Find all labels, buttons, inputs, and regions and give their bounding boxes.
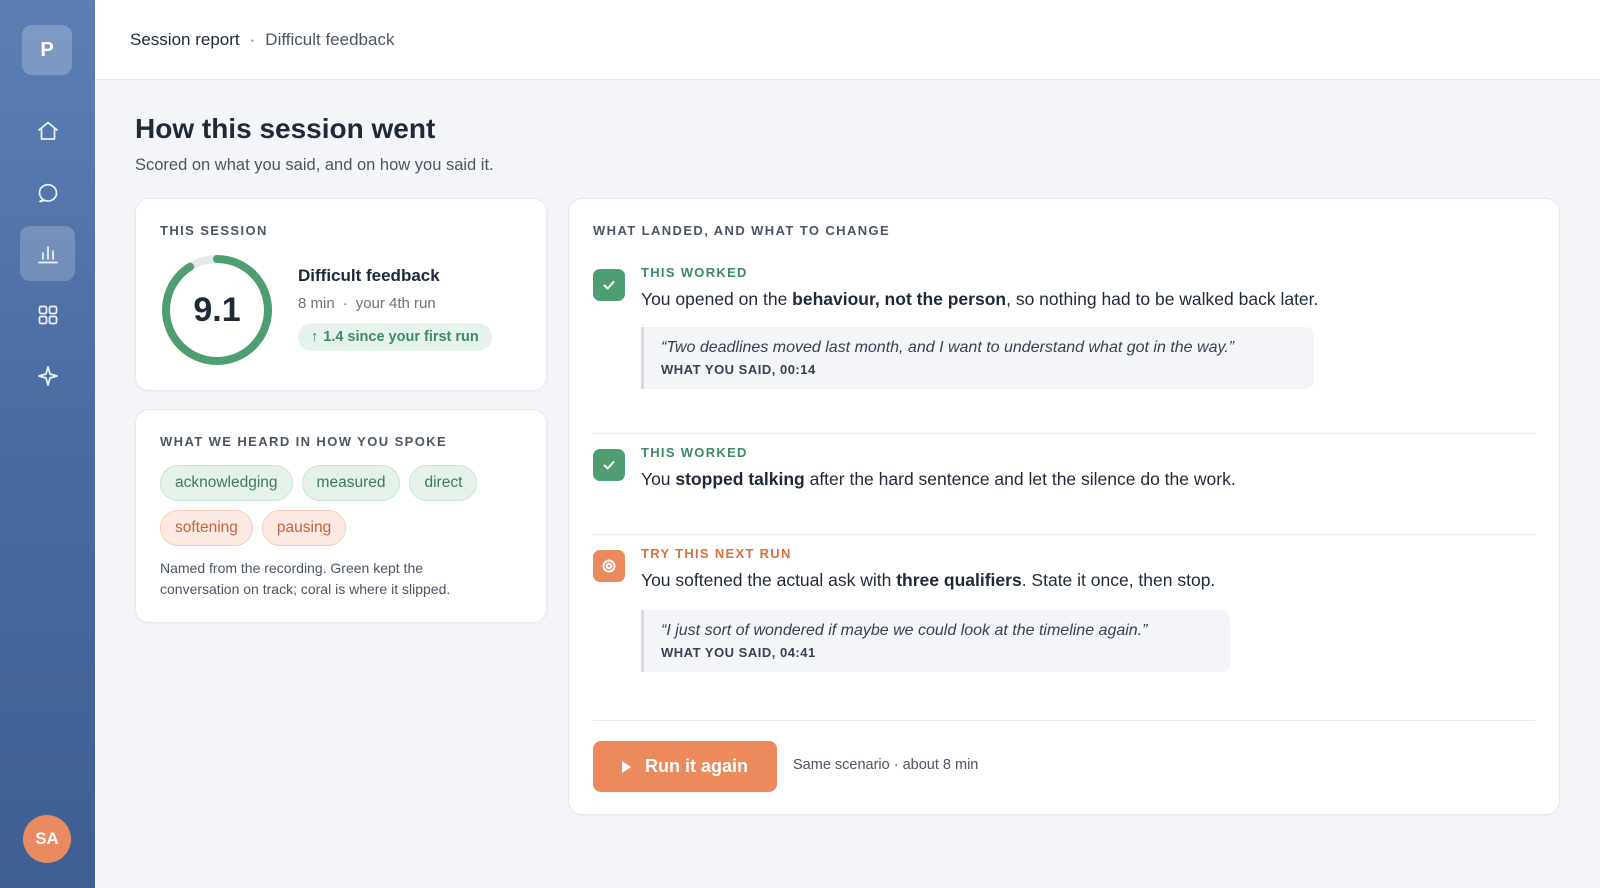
chat-icon bbox=[38, 183, 57, 202]
grid-icon bbox=[38, 305, 57, 324]
divider bbox=[593, 720, 1535, 721]
feedback-label: TRY THIS NEXT RUN bbox=[641, 546, 792, 561]
feedback-card: WHAT LANDED, AND WHAT TO CHANGE THIS WOR… bbox=[568, 198, 1560, 815]
target-icon bbox=[593, 550, 625, 582]
session-run: your 4th run bbox=[355, 295, 436, 312]
run-again-label: Run it again bbox=[645, 756, 748, 776]
chip-good: acknowledging bbox=[160, 465, 293, 501]
quote-block: “Two deadlines moved last month, and I w… bbox=[641, 327, 1314, 389]
voice-note: Named from the recording. Green kept the… bbox=[160, 560, 451, 597]
session-score: 9.1 bbox=[193, 290, 241, 329]
breadcrumb-current: Difficult feedback bbox=[265, 29, 395, 49]
text-part: . State it once, then stop. bbox=[1021, 570, 1216, 590]
nav-sparkle[interactable] bbox=[20, 348, 75, 403]
text-part: You opened on the bbox=[641, 289, 793, 309]
feedback-label: THIS WORKED bbox=[641, 445, 748, 460]
feedback-text: You softened the actual ask with three q… bbox=[641, 570, 1215, 591]
check-icon bbox=[593, 449, 625, 481]
session-duration: 8 min bbox=[298, 295, 335, 312]
chip-good: direct bbox=[409, 465, 478, 501]
divider bbox=[593, 433, 1535, 434]
nav-chat[interactable] bbox=[20, 165, 75, 220]
page-subtitle: Scored on what you said, and on how you … bbox=[135, 156, 494, 174]
text-part: after the hard sentence and let the sile… bbox=[804, 469, 1236, 489]
user-avatar[interactable]: SA bbox=[23, 815, 71, 863]
feedback-label: THIS WORKED bbox=[641, 265, 748, 280]
chip-warn: pausing bbox=[261, 510, 347, 546]
chip-good: measured bbox=[301, 465, 401, 501]
text-part: You softened the actual ask with bbox=[641, 570, 897, 590]
improvement-text: 1.4 since your first run bbox=[323, 329, 479, 345]
quote-timestamp: WHAT YOU SAID, 04:41 bbox=[661, 645, 816, 660]
run-again-button[interactable]: Run it again bbox=[593, 741, 777, 792]
breadcrumb: Session report · Difficult feedback bbox=[95, 0, 1600, 80]
quote-text: “Two deadlines moved last month, and I w… bbox=[661, 339, 1235, 356]
voice-eyebrow: WHAT WE HEARD IN HOW YOU SPOKE bbox=[160, 434, 448, 449]
text-part: , so nothing had to be walked back later… bbox=[1006, 289, 1319, 309]
text-emphasis: behaviour, not the person bbox=[792, 289, 1007, 309]
check-icon bbox=[593, 269, 625, 301]
meta-separator: · bbox=[342, 295, 348, 312]
nav-home[interactable] bbox=[20, 103, 75, 158]
improvement-badge: ↑ 1.4 since your first run bbox=[298, 323, 492, 351]
run-again-note: Same scenario · about 8 min bbox=[793, 757, 979, 773]
session-card: THIS SESSION 9.1 Difficult feedback 8 mi… bbox=[135, 198, 547, 391]
voice-chips: acknowledging measured direct softening … bbox=[160, 465, 530, 546]
session-eyebrow: THIS SESSION bbox=[160, 223, 268, 238]
session-title: Difficult feedback bbox=[298, 266, 440, 285]
voice-card: WHAT WE HEARD IN HOW YOU SPOKE acknowled… bbox=[135, 409, 547, 623]
chip-warn: softening bbox=[160, 510, 253, 546]
home-icon bbox=[37, 121, 58, 140]
divider bbox=[593, 534, 1535, 535]
feedback-eyebrow: WHAT LANDED, AND WHAT TO CHANGE bbox=[593, 223, 891, 238]
text-emphasis: three qualifiers bbox=[896, 570, 1022, 590]
sparkle-icon bbox=[37, 365, 58, 386]
text-emphasis: stopped talking bbox=[675, 469, 805, 489]
nav-apps[interactable] bbox=[20, 287, 75, 342]
page-title: How this session went bbox=[135, 113, 436, 144]
quote-block: “I just sort of wondered if maybe we cou… bbox=[641, 610, 1230, 672]
nav-reports[interactable] bbox=[20, 226, 75, 281]
text-part: You bbox=[641, 469, 676, 489]
feedback-text: You opened on the behaviour, not the per… bbox=[641, 289, 1318, 310]
feedback-text: You stopped talking after the hard sente… bbox=[641, 469, 1236, 490]
bar-chart-icon bbox=[37, 245, 58, 263]
play-icon bbox=[622, 760, 631, 773]
breadcrumb-separator: · bbox=[249, 29, 256, 49]
arrow-up-icon: ↑ bbox=[311, 329, 319, 345]
session-meta: 8 min · your 4th run bbox=[298, 295, 436, 312]
app-logo[interactable]: P bbox=[22, 25, 72, 75]
sidebar: P SA bbox=[0, 0, 95, 888]
breadcrumb-root[interactable]: Session report bbox=[130, 30, 240, 50]
quote-text: “I just sort of wondered if maybe we cou… bbox=[661, 622, 1148, 639]
quote-timestamp: WHAT YOU SAID, 00:14 bbox=[661, 362, 816, 377]
